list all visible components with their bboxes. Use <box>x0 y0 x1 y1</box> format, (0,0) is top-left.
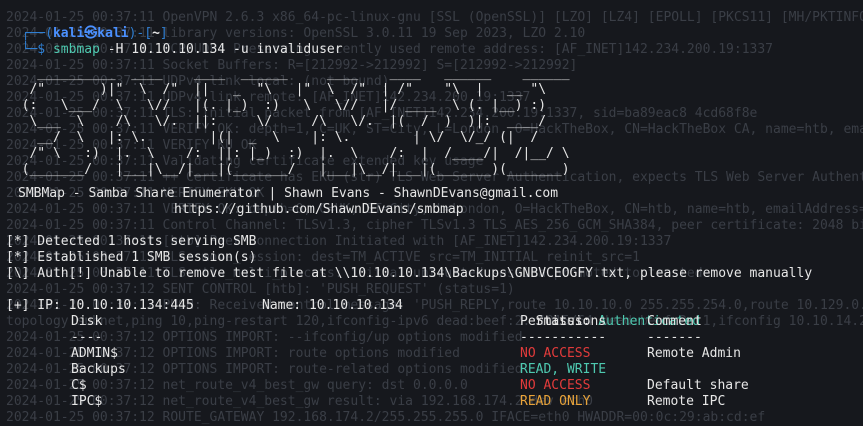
share-permission: READ, WRITE <box>520 362 607 377</box>
banner-url[interactable]: https://github.com/ShawnDEvans/smbmap <box>174 202 464 218</box>
col-header-comment: Comment <box>647 314 702 329</box>
ascii-logo-line: \___ \ /\ \/. ||: \/ /\ \/. |( / ) )|: _… <box>6 114 554 129</box>
col-header-permissions: Permissions <box>520 314 607 329</box>
ascii-logo-line: /" \ :) |. \ /: ||: |_) :) |. \ /: | /__… <box>6 146 601 161</box>
col-underline-comment: ------- <box>647 330 702 345</box>
status-line-detected: [*] Detected 1 hosts serving SMB <box>6 234 257 249</box>
col-underline-disk: ---- <box>71 330 103 345</box>
col-header-disk: Disk <box>71 314 103 329</box>
host-name: Name: 10.10.10.134 <box>262 298 403 313</box>
background-log-line: topology subnet,ping 10,ping-restart 120… <box>6 314 863 329</box>
share-permission: READ ONLY <box>520 394 591 409</box>
status-line-established: [*] Established 1 SMB session(s) <box>6 250 257 265</box>
background-log-line: 2024-01-25 00:37:12 ROUTE_GATEWAY 192.16… <box>6 410 766 425</box>
prompt-line: ┌──(kali㉿kali)-[~] <box>6 10 168 41</box>
prompt-arrow: └─$ <box>21 42 46 57</box>
share-comment: Remote Admin <box>647 346 741 361</box>
command-name: smbmap <box>52 42 100 57</box>
share-disk-name: IPC$ <box>71 394 103 409</box>
command-args: -H 10.10.10.134 -u invaliduser <box>107 42 343 57</box>
share-comment: Default share <box>647 378 749 393</box>
ascii-logo-line: /" )|" \ /" || _ "\ |" \ /" | /" "\ | __… <box>6 82 554 97</box>
ascii-logo-line: __________ ____ ____ ______ ____ ____ __… <box>6 66 586 81</box>
share-permission: NO ACCESS <box>520 346 591 361</box>
host-ip: [+] IP: 10.10.10.134:445 <box>6 298 194 313</box>
background-log-line: 2024-01-25 00:37:11 Control Channel: TLS… <box>6 218 863 233</box>
share-permission: NO ACCESS <box>520 378 591 393</box>
background-log-line: 2024-01-25 00:37:12 net_route_v4_best_gw… <box>6 394 593 409</box>
ascii-logo-line: (: \___/ \ \// |(. |_) :) \ \// |/ ____ … <box>6 98 547 113</box>
status-line-auth-warning: [\] Auth[!] Unable to remove test file a… <box>6 266 813 281</box>
background-log-line: 2024-01-25 00:37:12 OPTIONS IMPORT: rout… <box>6 362 523 377</box>
share-disk-name: ADMIN$ <box>71 346 118 361</box>
host-status: Status: Authenticated <box>520 298 700 329</box>
banner-title: SMBMap - Samba Share Enumerator | Shawn … <box>18 186 559 201</box>
ascii-logo-line: (_______/ |___|\__/|___|(_______/ |___|\… <box>6 162 570 177</box>
ascii-logo-line: __/ \ |: \. |(| _ \ |: \. | \/ \/_/ (| / <box>6 130 578 145</box>
smbmap-ascii-logo: __________ ____ ____ ______ ____ ____ __… <box>6 66 601 194</box>
share-disk-name: C$ <box>71 378 87 393</box>
background-log-line: 2024-01-25 00:37:12 OPTIONS IMPORT: --if… <box>6 330 523 345</box>
background-log-line: 2024-01-25 00:37:12 SENT CONTROL [htb]: … <box>6 282 515 297</box>
share-comment: Remote IPC <box>647 394 726 409</box>
command-line[interactable]: └─$ smbmap -H 10.10.10.134 -u invaliduse… <box>6 26 343 57</box>
share-disk-name: Backups <box>71 362 126 377</box>
col-underline-permissions: ----------- <box>520 330 607 345</box>
